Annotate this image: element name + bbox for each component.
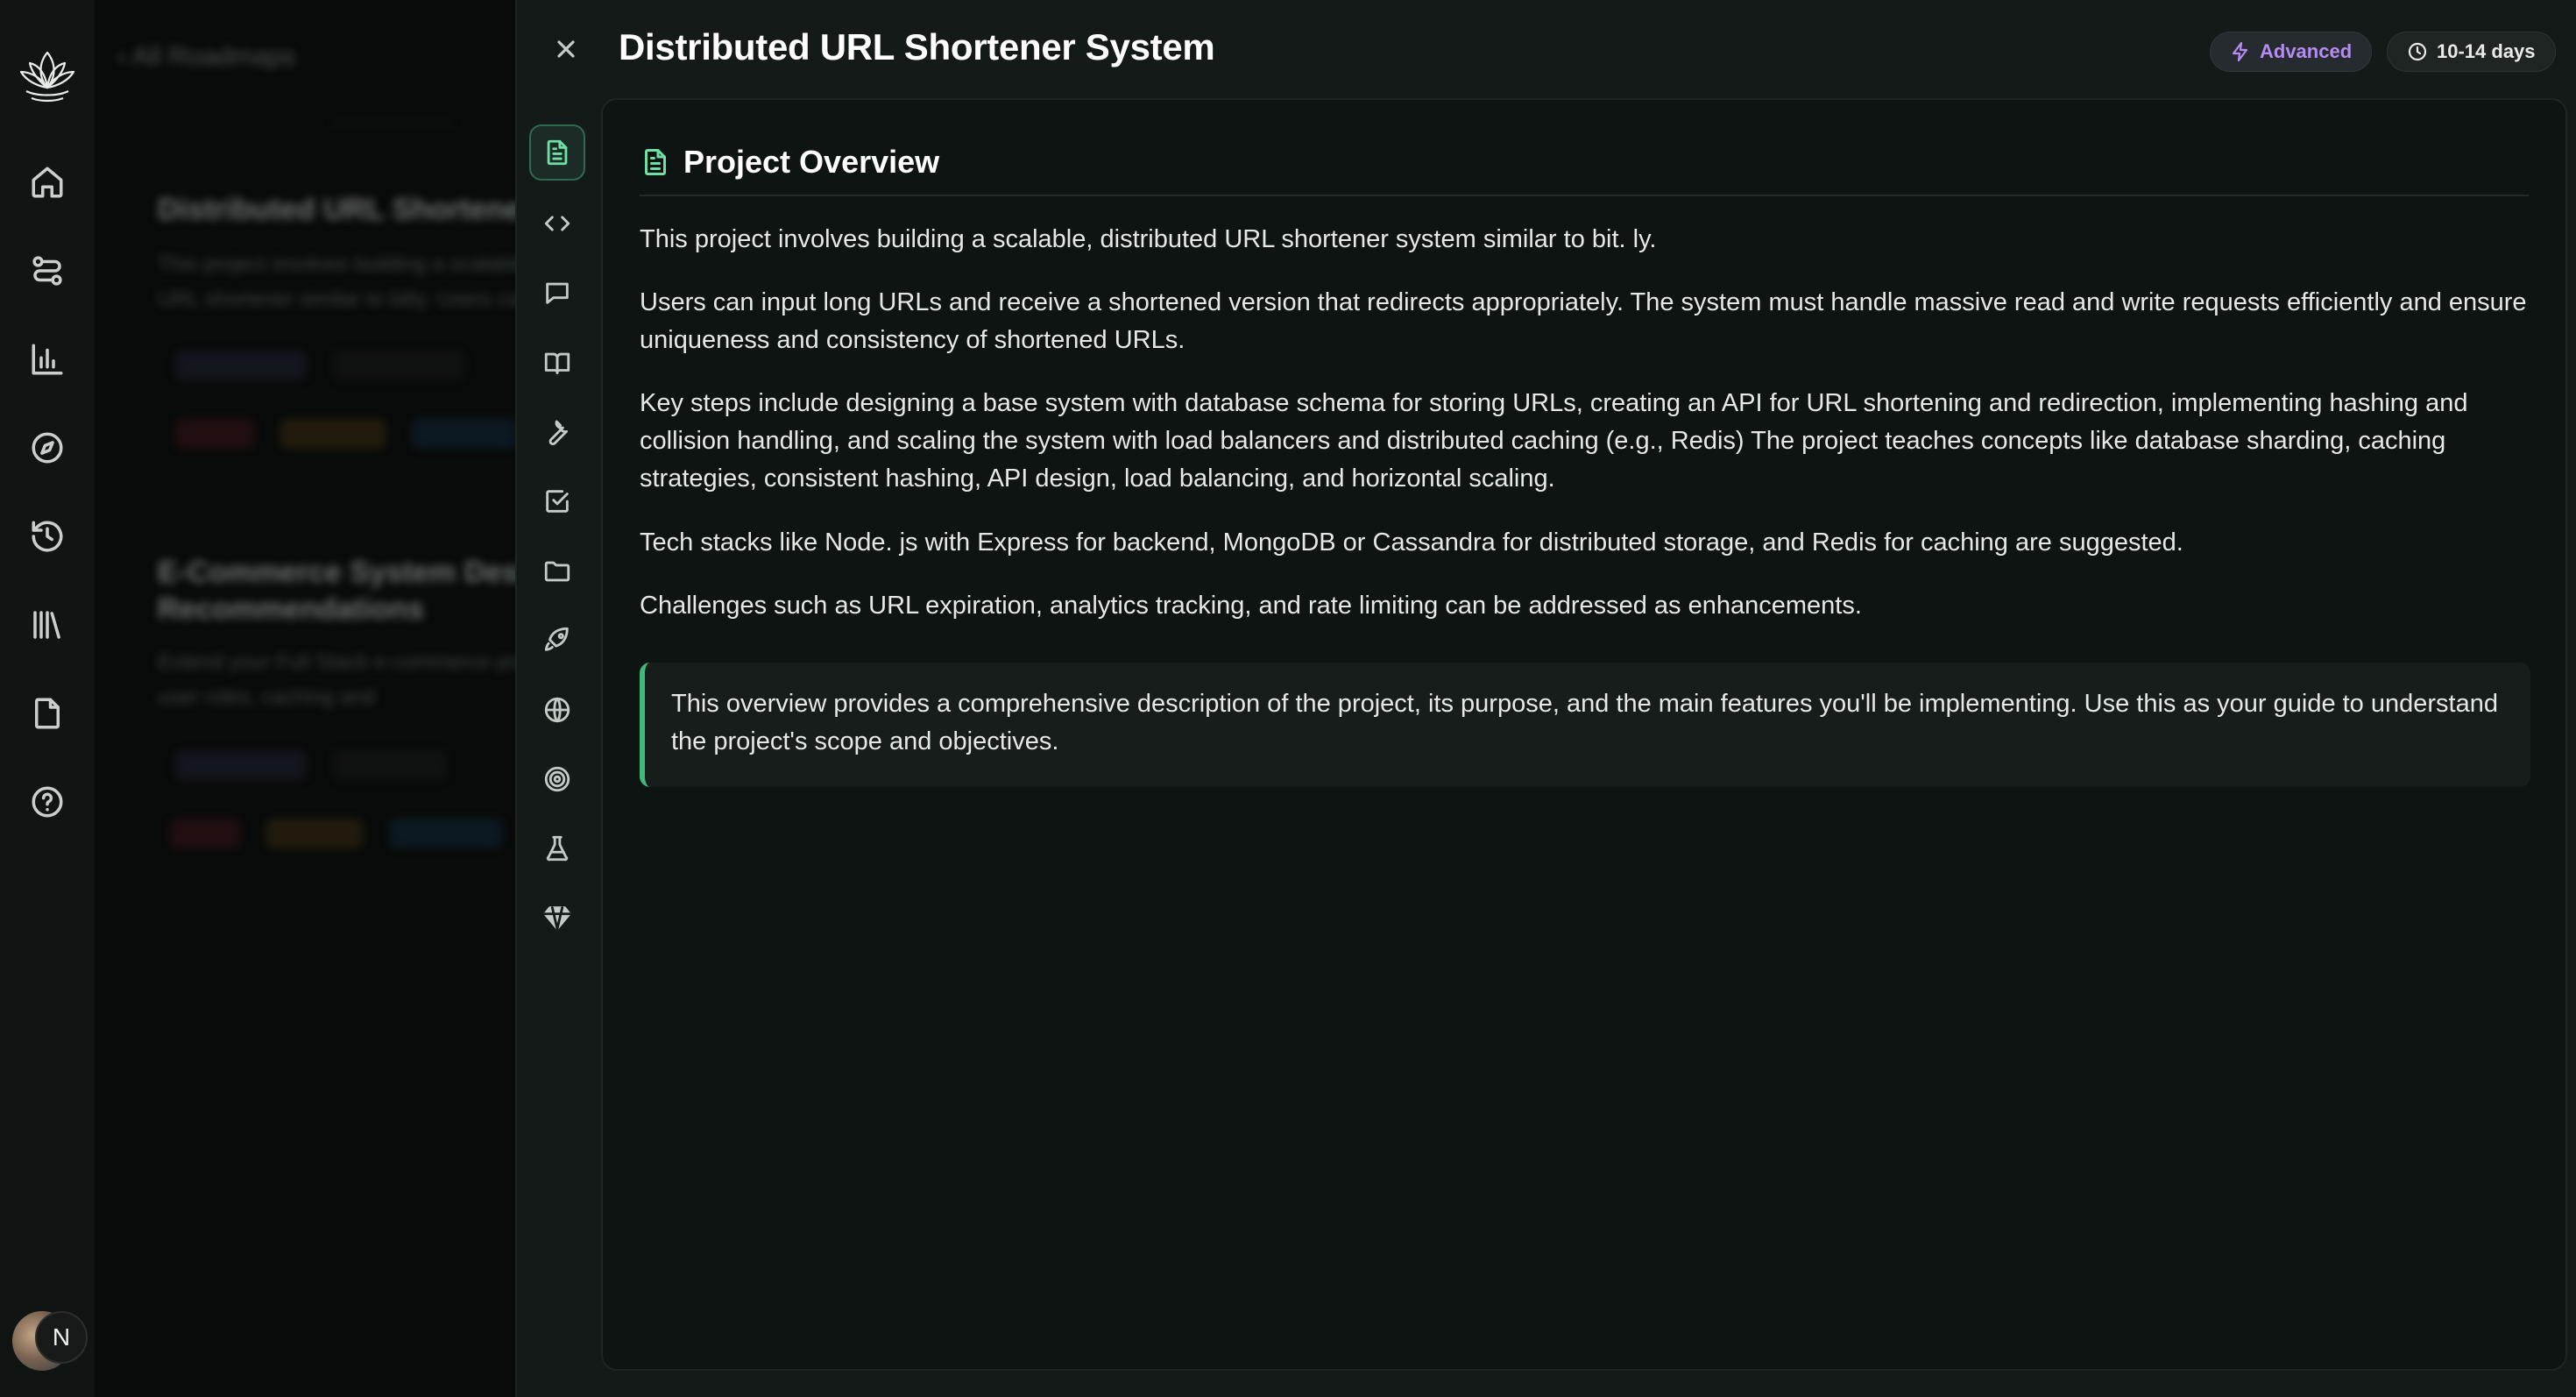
checkbox-icon [546, 490, 569, 513]
divider [331, 123, 454, 124]
help-icon [32, 786, 63, 818]
background-pill [333, 351, 464, 380]
background-tag [170, 819, 240, 848]
analytics-icon [32, 344, 63, 375]
help-nav-button[interactable] [21, 776, 74, 828]
tab-premium[interactable] [529, 890, 585, 946]
tab-deploy[interactable] [529, 612, 585, 668]
code-icon [544, 216, 570, 231]
lotus-logo-icon[interactable] [12, 42, 82, 112]
back-to-roadmaps-link: ‹ All Roadmaps [117, 42, 296, 71]
overview-paragraph: Users can input long URLs and receive a … [640, 288, 2527, 354]
tab-goals[interactable] [529, 751, 585, 807]
library-nav-button[interactable] [21, 599, 74, 651]
background-card-title: E-Commerce System Design Recommendations [158, 556, 515, 626]
page-title: Distributed URL Shortener System [619, 26, 1215, 67]
difficulty-badge: Advanced [2210, 32, 2373, 72]
home-icon [32, 167, 63, 198]
globe-icon [544, 697, 570, 723]
project-drawer: Distributed URL Shortener System Advance… [515, 0, 2576, 1397]
lightning-icon [2232, 41, 2248, 62]
folder-icon [544, 561, 570, 582]
overview-paragraph: Key steps include designing a base syste… [640, 389, 2468, 493]
wrench-icon [548, 420, 569, 446]
target-icon [544, 766, 570, 792]
avatar-initial[interactable]: N [35, 1311, 88, 1364]
difficulty-label: Advanced [2260, 40, 2353, 62]
home-nav-button[interactable] [21, 156, 74, 209]
background-tag [175, 419, 254, 449]
document-text-icon [645, 149, 666, 175]
tab-tasks[interactable] [529, 473, 585, 529]
background-tag [412, 419, 515, 449]
tab-discussion[interactable] [529, 265, 585, 321]
rocket-icon [544, 627, 569, 651]
roadmap-nav-button[interactable] [21, 245, 74, 297]
analytics-nav-button[interactable] [21, 333, 74, 386]
tab-code[interactable] [529, 195, 585, 252]
clock-icon [2408, 42, 2427, 61]
gem-icon [543, 906, 571, 931]
divider [640, 195, 2529, 196]
section-header: Project Overview [640, 144, 939, 181]
documents-nav-button[interactable] [21, 687, 74, 740]
overview-paragraph: Challenges such as URL expiration, analy… [640, 592, 1862, 620]
info-callout: This overview provides a comprehensive d… [640, 663, 2530, 787]
background-pill [333, 750, 447, 780]
background-tag [266, 819, 363, 848]
close-drawer-button[interactable] [545, 28, 587, 70]
library-icon [33, 611, 60, 639]
tab-tools[interactable] [529, 404, 585, 460]
section-title: Project Overview [683, 144, 940, 180]
overview-paragraph: This project involves building a scalabl… [640, 225, 1657, 253]
duration-badge: 10-14 days [2387, 32, 2556, 72]
book-open-icon [544, 352, 570, 374]
close-icon [557, 40, 575, 58]
history-nav-button[interactable] [21, 510, 74, 563]
tab-resources[interactable] [529, 335, 585, 391]
background-card-desc: This project involves building a scalabl… [158, 252, 515, 311]
tab-files[interactable] [529, 543, 585, 599]
background-card-title: Distributed URL Shortener [158, 193, 515, 226]
flask-icon [546, 835, 569, 862]
compass-icon [32, 432, 63, 464]
document-text-icon [547, 139, 568, 166]
background-tag [389, 819, 503, 848]
background-page: ‹ All Roadmaps Distributed URL Shortener… [95, 0, 515, 1397]
tab-web[interactable] [529, 682, 585, 738]
document-icon [35, 698, 60, 729]
tab-overview[interactable] [529, 124, 585, 181]
chat-icon [546, 282, 569, 304]
background-pill [175, 351, 307, 380]
overview-panel: Project Overview This project involves b… [601, 98, 2567, 1371]
background-tag [280, 419, 386, 449]
roadmap-icon [32, 256, 62, 286]
background-card-desc: Extend your Full Stack e-commerce produc… [158, 650, 515, 709]
overview-paragraph: Tech stacks like Node. js with Express f… [640, 528, 2183, 557]
app-sidebar: N [0, 0, 95, 1397]
history-icon [32, 521, 63, 552]
background-pill [175, 750, 307, 780]
callout-text: This overview provides a comprehensive d… [671, 690, 2498, 755]
duration-label: 10-14 days [2437, 40, 2536, 62]
explore-nav-button[interactable] [21, 422, 74, 474]
tab-testing[interactable] [529, 820, 585, 876]
